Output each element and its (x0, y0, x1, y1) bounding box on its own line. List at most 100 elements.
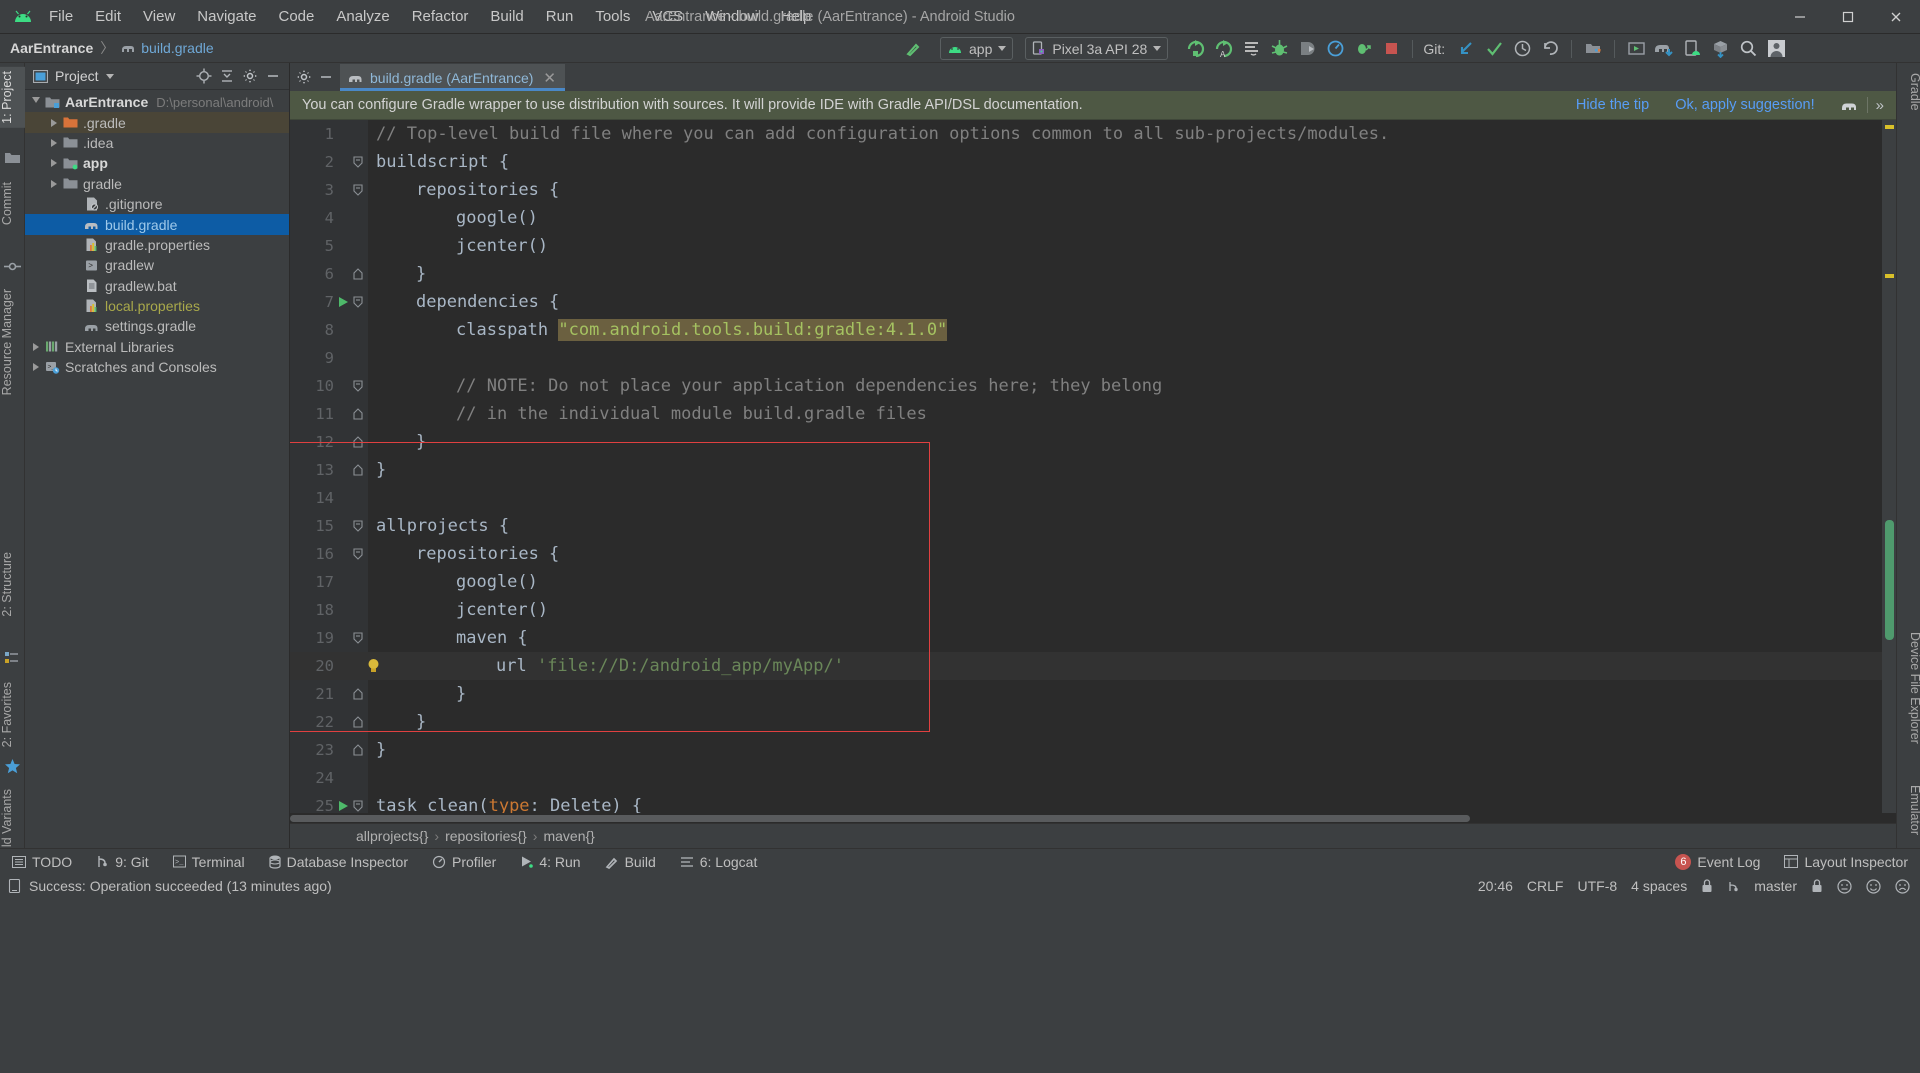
tool-tab-gradle[interactable]: Gradle (1897, 69, 1920, 115)
debug-icon[interactable] (1266, 37, 1292, 61)
expand-arrow-icon[interactable] (29, 363, 43, 372)
code-line[interactable]: 11 // in the individual module build.grad… (290, 400, 1896, 428)
breadcrumb-allprojects[interactable]: allprojects{} (350, 828, 434, 844)
run-gutter-icon[interactable] (338, 296, 349, 308)
editor-tab-build-gradle[interactable]: build.gradle (AarEntrance) ✕ (340, 64, 565, 91)
menu-file[interactable]: File (38, 0, 84, 34)
fold-open-icon[interactable] (352, 520, 364, 532)
lock-icon[interactable] (1811, 879, 1823, 893)
code-text[interactable]: classpath "com.android.tools.build:gradl… (456, 316, 948, 344)
tree-row-aarentrance[interactable]: AarEntrance D:\personal\android\ (25, 92, 289, 112)
editor-vertical-scrollbar[interactable] (1882, 120, 1896, 848)
fold-open-icon[interactable] (352, 156, 364, 168)
debug-attach-icon[interactable] (1350, 37, 1376, 61)
expand-arrow-icon[interactable] (47, 118, 61, 127)
code-line[interactable]: 21} (290, 680, 1896, 708)
menu-navigate[interactable]: Navigate (186, 0, 267, 34)
tree-row-settings-gradle[interactable]: settings.gradle (25, 316, 289, 336)
sad-face-icon[interactable] (1895, 878, 1910, 894)
code-line[interactable]: 9 (290, 344, 1896, 372)
code-text[interactable]: // NOTE: Do not place your application d… (456, 372, 1162, 400)
breadcrumb-maven[interactable]: maven{} (537, 828, 600, 844)
code-line[interactable]: 16 repositories { (290, 540, 1896, 568)
code-text[interactable]: allprojects { (376, 512, 509, 540)
close-button[interactable] (1872, 0, 1920, 34)
tree-row-gradlew[interactable]: > gradlew (25, 255, 289, 275)
warning-stripe-marker[interactable] (1885, 274, 1894, 278)
profiler-icon[interactable] (1322, 37, 1348, 61)
expand-arrow-icon[interactable] (47, 159, 61, 168)
menu-code[interactable]: Code (267, 0, 325, 34)
git-update-icon[interactable] (1453, 37, 1479, 61)
hscrollbar-thumb[interactable] (290, 815, 1470, 822)
attach-debugger-icon[interactable] (1294, 37, 1320, 61)
code-text[interactable]: } (376, 456, 386, 484)
fold-close-icon[interactable] (352, 744, 364, 756)
tree-row-build-gradle[interactable]: build.gradle (25, 214, 289, 235)
smiley-face-icon[interactable] (1866, 878, 1881, 894)
neutral-face-icon[interactable] (1837, 878, 1852, 894)
tool-button-logcat[interactable]: 6: Logcat (668, 849, 770, 875)
status-indent[interactable]: 4 spaces (1631, 878, 1687, 894)
tool-button-profiler[interactable]: Profiler (420, 849, 508, 875)
tree-row-dot-idea[interactable]: .idea (25, 133, 289, 153)
tree-row-gradle-properties[interactable]: gradle.properties (25, 235, 289, 255)
sdk-manager-icon[interactable] (1580, 37, 1606, 61)
status-notification-icon[interactable] (8, 879, 21, 893)
maximize-button[interactable] (1824, 0, 1872, 34)
avd-manager-icon[interactable] (1623, 37, 1649, 61)
expand-arrow-icon[interactable] (47, 138, 61, 147)
fold-open-icon[interactable] (352, 632, 364, 644)
status-line-separator[interactable]: CRLF (1527, 878, 1564, 894)
locate-icon[interactable] (194, 66, 214, 86)
menu-build[interactable]: Build (479, 0, 534, 34)
fold-open-icon[interactable] (352, 800, 364, 812)
device-manager-icon[interactable] (1707, 37, 1733, 61)
collapse-all-icon[interactable] (217, 66, 237, 86)
code-text[interactable]: } (456, 680, 466, 708)
expand-arrow-icon[interactable] (47, 179, 61, 188)
code-line[interactable]: 8 classpath "com.android.tools.build:grad… (290, 316, 1896, 344)
code-text[interactable]: maven { (456, 624, 528, 652)
user-avatar-icon[interactable] (1763, 37, 1789, 61)
settings-gear-icon[interactable] (240, 66, 260, 86)
fold-close-icon[interactable] (352, 268, 364, 280)
status-encoding[interactable]: UTF-8 (1577, 878, 1617, 894)
code-line[interactable]: 15 allprojects { (290, 512, 1896, 540)
fold-open-icon[interactable] (352, 380, 364, 392)
tool-tab-resource-manager[interactable]: Resource Manager (0, 285, 25, 399)
build-hammer-icon[interactable] (900, 37, 926, 61)
tool-tab-emulator[interactable]: Emulator (1897, 781, 1920, 839)
code-line[interactable]: 17 google() (290, 568, 1896, 596)
tool-button-event-log[interactable]: 6 Event Log (1663, 849, 1772, 875)
breadcrumb-file[interactable]: build.gradle (141, 40, 213, 56)
tool-button-layout-inspector[interactable]: Layout Inspector (1772, 849, 1920, 875)
code-line[interactable]: 1 // Top-level build file where you can a… (290, 120, 1896, 148)
code-line[interactable]: 19 maven { (290, 624, 1896, 652)
menu-analyze[interactable]: Analyze (325, 0, 400, 34)
apply-suggestion-link[interactable]: Ok, apply suggestion! (1675, 97, 1814, 113)
run-with-coverage-icon[interactable]: A (1210, 37, 1236, 61)
code-text[interactable]: repositories { (416, 540, 559, 568)
tree-row-dot-gradle[interactable]: .gradle (25, 112, 289, 133)
code-line[interactable]: 20 url 'file://D:/android_app/myApp/' (290, 652, 1896, 680)
status-branch[interactable]: master (1754, 878, 1797, 894)
code-text[interactable]: // Top-level build file where you can ad… (376, 120, 1389, 148)
code-line[interactable]: 3 repositories { (290, 176, 1896, 204)
code-text[interactable]: repositories { (416, 176, 559, 204)
code-text[interactable]: google() (456, 204, 538, 232)
tool-tab-favorites[interactable]: 2: Favorites (0, 678, 25, 751)
git-history-icon[interactable] (1509, 37, 1535, 61)
code-line[interactable]: 4 google() (290, 204, 1896, 232)
code-line[interactable]: 13} (290, 456, 1896, 484)
scrollbar-thumb[interactable] (1885, 520, 1894, 640)
code-editor[interactable]: 1 // Top-level build file where you can a… (290, 120, 1896, 848)
code-text[interactable]: buildscript { (376, 148, 509, 176)
menu-refactor[interactable]: Refactor (401, 0, 480, 34)
code-line[interactable]: 2 buildscript { (290, 148, 1896, 176)
close-icon[interactable]: ✕ (543, 69, 556, 87)
search-everywhere-icon[interactable] (1735, 37, 1761, 61)
tree-row-local-properties[interactable]: local.properties (25, 296, 289, 316)
code-line[interactable]: 10 // NOTE: Do not place your application… (290, 372, 1896, 400)
fold-close-icon[interactable] (352, 436, 364, 448)
